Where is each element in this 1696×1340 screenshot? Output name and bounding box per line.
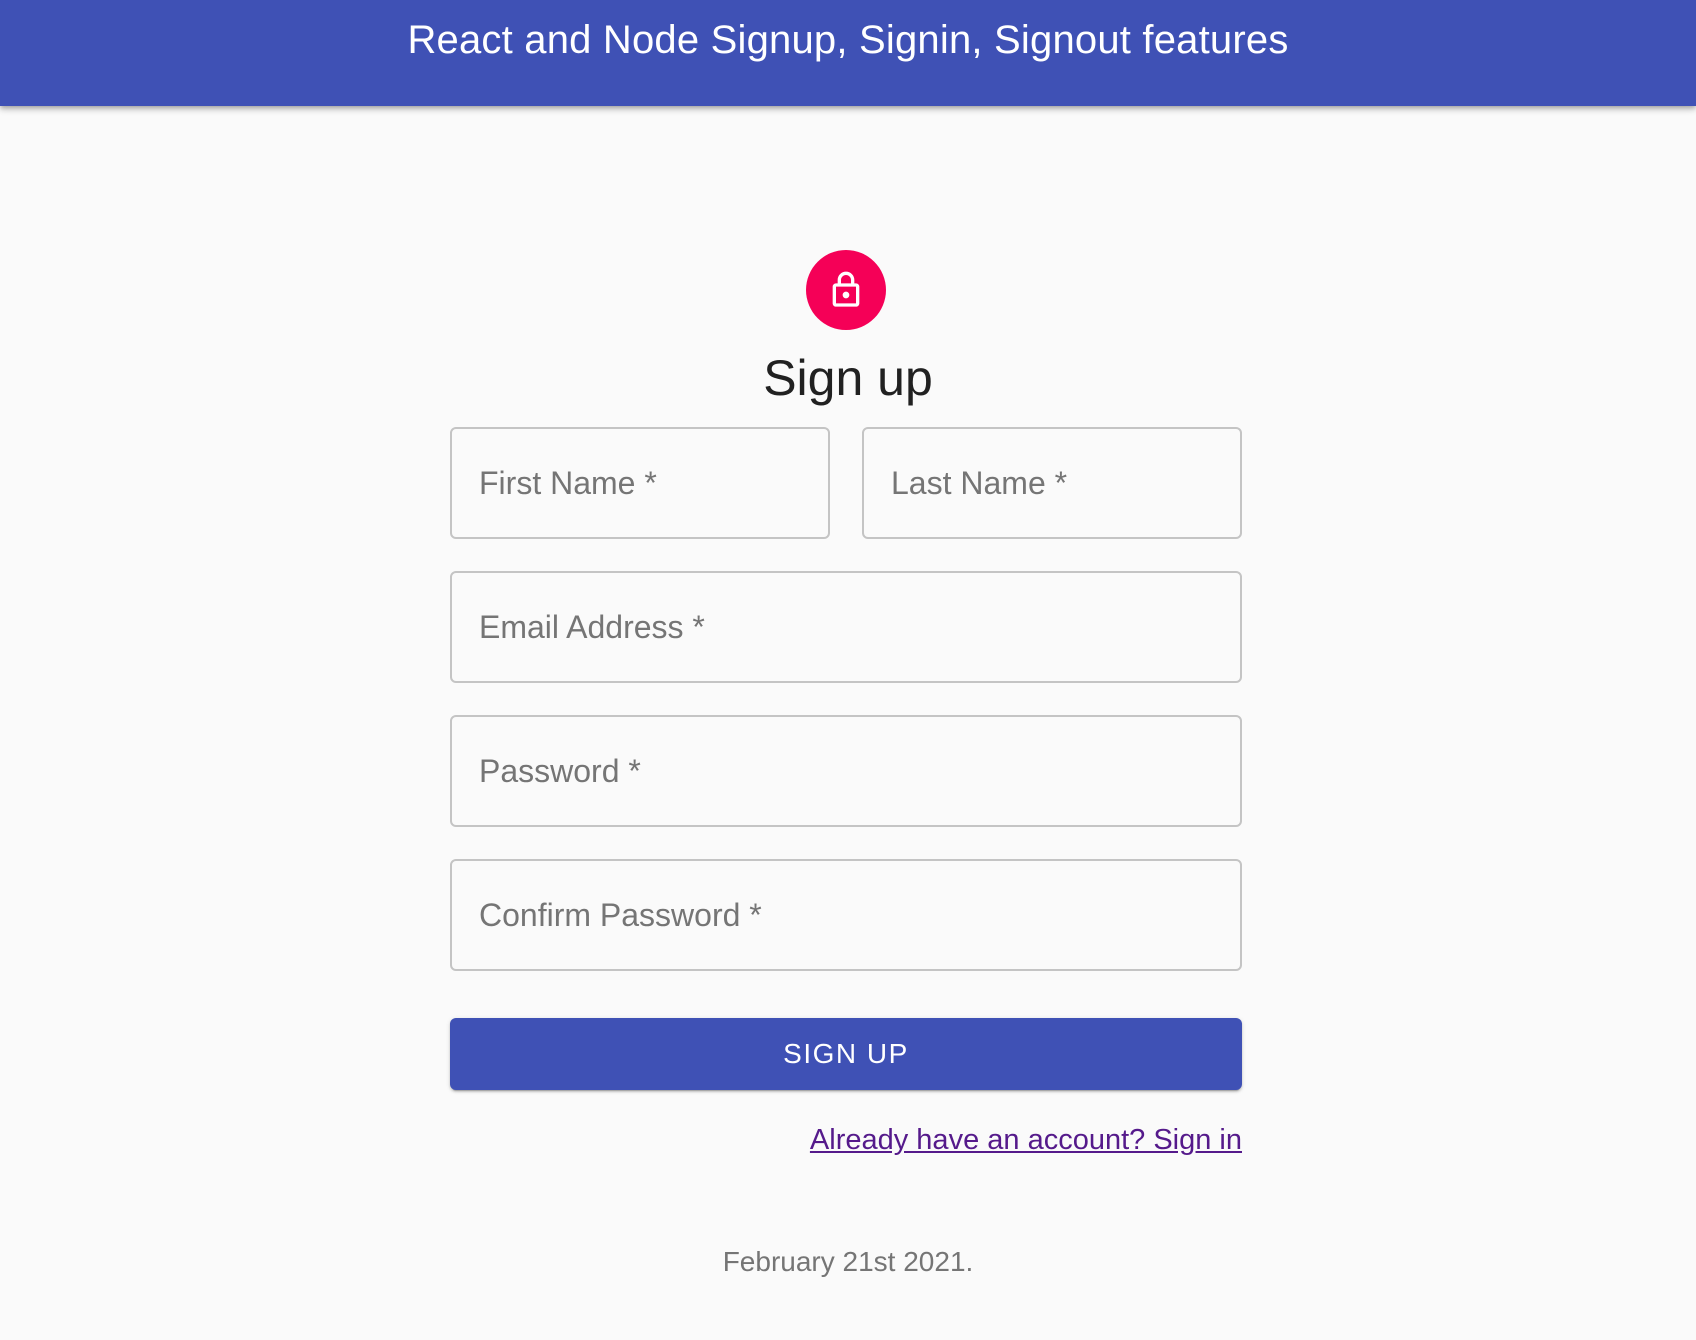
sign-up-button[interactable]: SIGN UP <box>450 1018 1242 1090</box>
password-field[interactable]: Password * <box>450 715 1242 827</box>
page-title: Sign up <box>763 350 933 406</box>
sign-in-link[interactable]: Already have an account? Sign in <box>810 1124 1242 1157</box>
last-name-field[interactable]: Last Name * <box>862 427 1242 539</box>
app-bar: React and Node Signup, Signin, Signout f… <box>0 0 1696 106</box>
confirm-password-field[interactable]: Confirm Password * <box>450 859 1242 971</box>
first-name-field[interactable]: First Name * <box>450 427 830 539</box>
email-field[interactable]: Email Address * <box>450 571 1242 683</box>
last-name-label: Last Name * <box>891 464 1068 501</box>
lock-outline-icon <box>832 271 860 307</box>
app-title: React and Node Signup, Signin, Signout f… <box>407 18 1289 62</box>
email-label: Email Address * <box>479 608 705 645</box>
first-name-label: First Name * <box>479 464 657 501</box>
avatar <box>806 250 886 330</box>
password-label: Password * <box>479 752 641 789</box>
footer-date: February 21st 2021. <box>722 1246 974 1277</box>
confirm-password-label: Confirm Password * <box>479 896 762 933</box>
